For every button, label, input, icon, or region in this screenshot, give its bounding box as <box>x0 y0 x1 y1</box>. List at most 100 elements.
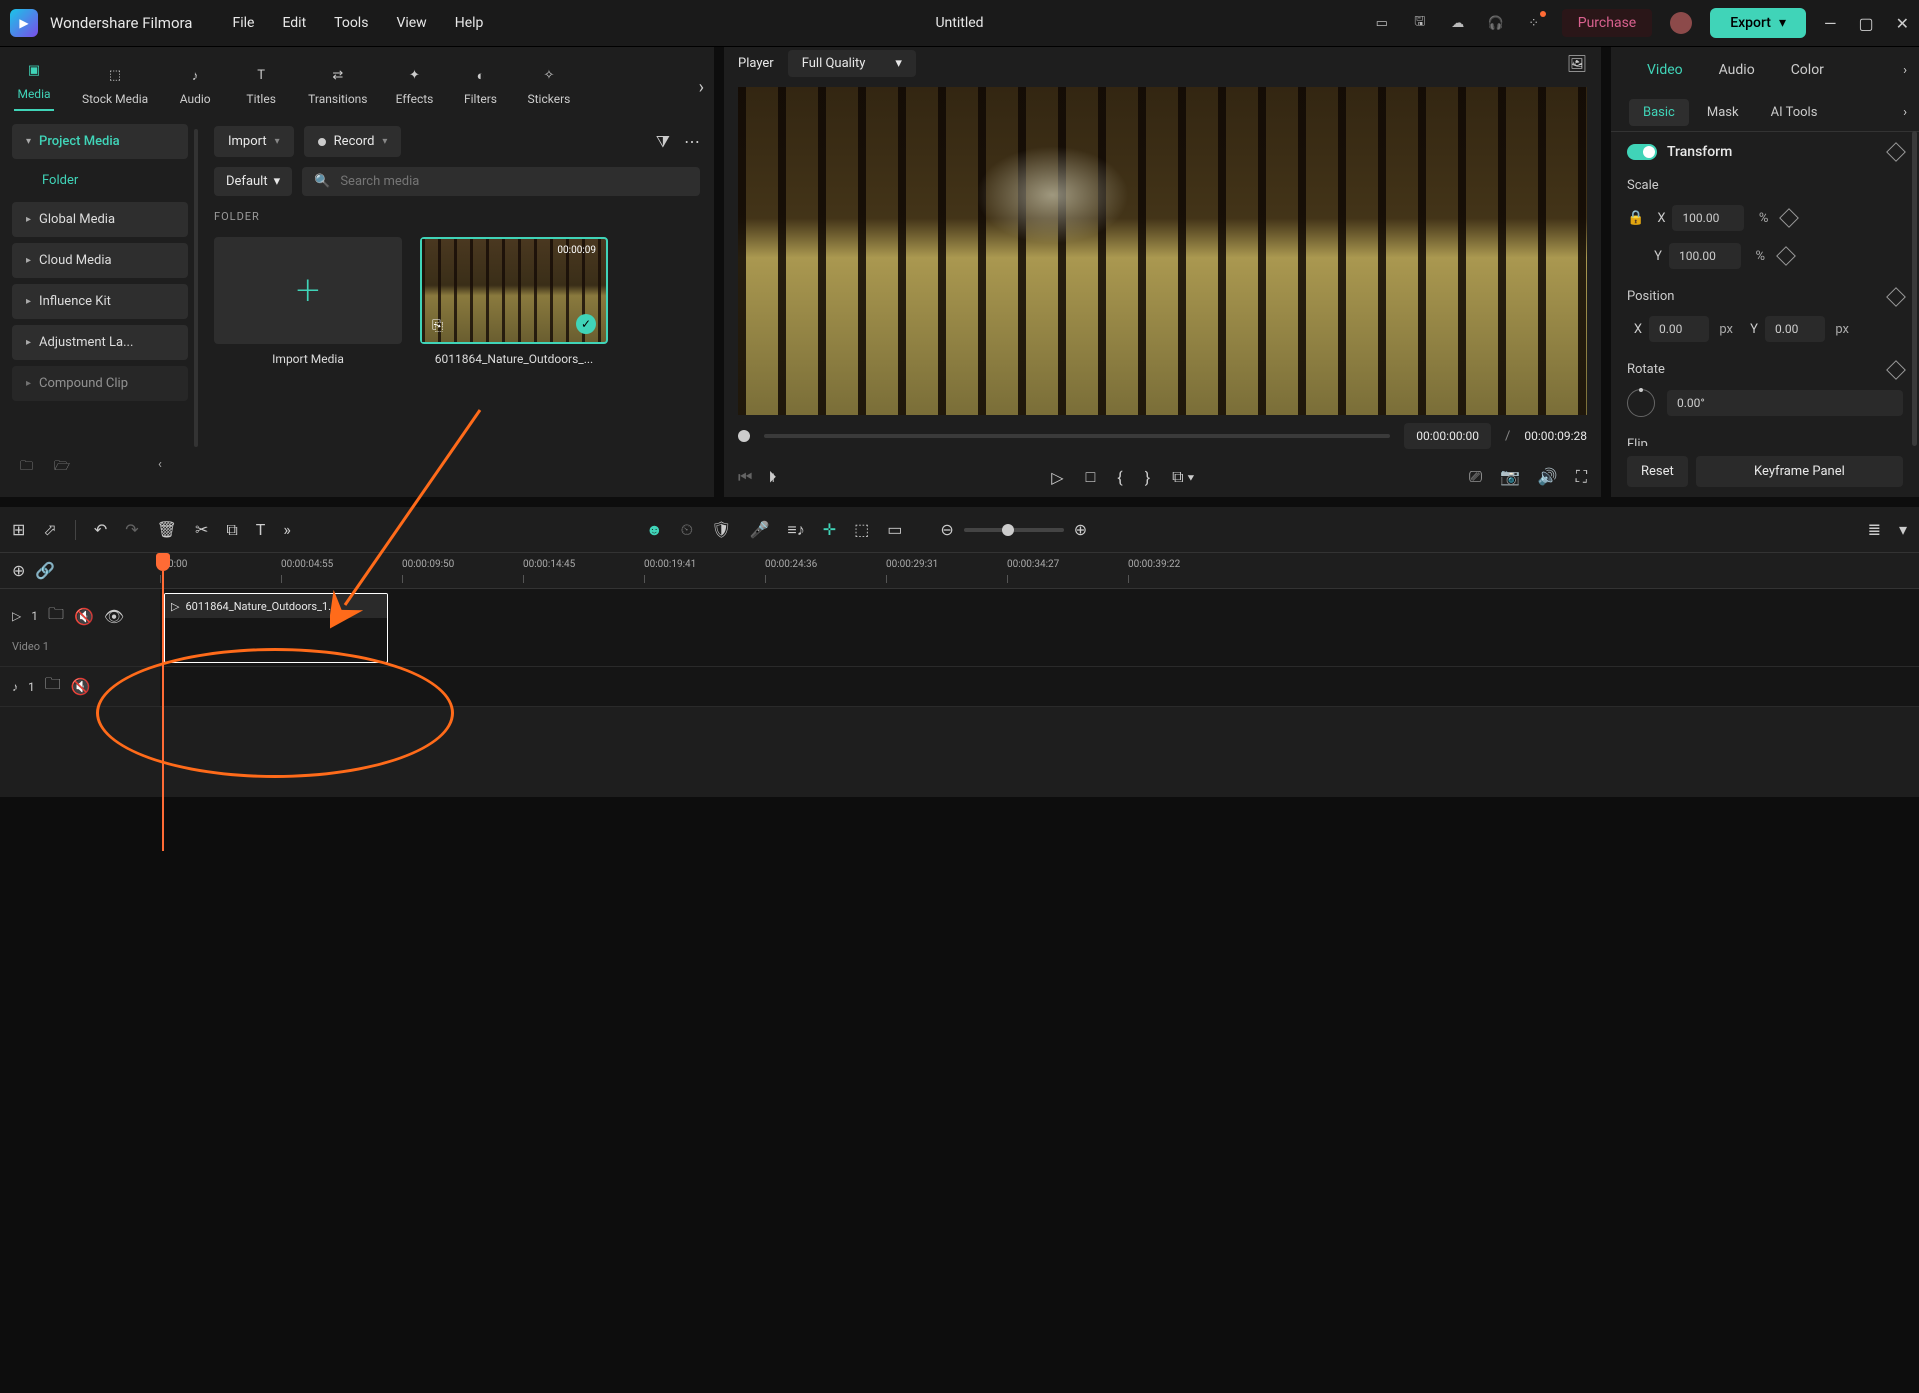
speed-icon[interactable]: ⏲ <box>681 520 693 540</box>
zoom-slider[interactable] <box>964 528 1064 532</box>
new-folder-icon[interactable]: 🗀 <box>20 457 42 479</box>
maximize-button[interactable]: ▢ <box>1858 14 1873 33</box>
sidebar-project-media[interactable]: Project Media <box>12 124 188 159</box>
tab-stock-media[interactable]: ⬚Stock Media <box>68 64 162 106</box>
frame-icon[interactable]: ⬚ <box>854 520 869 539</box>
keyframe-diamond-icon[interactable] <box>1886 142 1906 162</box>
tab-audio[interactable]: ♪Audio <box>162 64 228 106</box>
subtab-ai-tools[interactable]: AI Tools <box>1757 99 1832 126</box>
import-media-tile[interactable]: + Import Media <box>214 237 402 366</box>
lock-icon[interactable]: 🔒 <box>1627 210 1644 226</box>
view-options-icon[interactable]: ▾ <box>1899 520 1907 539</box>
tab-transitions[interactable]: ⇄Transitions <box>294 64 381 106</box>
play-icon[interactable]: ▷ <box>1051 468 1063 487</box>
transform-toggle[interactable] <box>1627 144 1657 160</box>
keyframe-panel-button[interactable]: Keyframe Panel <box>1696 456 1903 487</box>
menu-edit[interactable]: Edit <box>282 15 306 31</box>
media-clip-tile[interactable]: 00:00:09 ⎘ ✓ 6011864_Nature_Outdoors_... <box>420 237 608 366</box>
stop-icon[interactable]: □ <box>1086 467 1096 487</box>
zoom-in-icon[interactable]: ⊕ <box>1074 520 1087 539</box>
redo-icon[interactable]: ↷ <box>125 520 138 539</box>
rotate-dial[interactable] <box>1627 389 1655 417</box>
collapse-sidebar-icon[interactable]: ‹ <box>158 457 180 479</box>
subtab-basic[interactable]: Basic <box>1629 99 1689 126</box>
menu-file[interactable]: File <box>232 15 254 31</box>
prop-tab-color[interactable]: Color <box>1773 62 1842 78</box>
headphone-icon[interactable]: 🎧 <box>1486 13 1506 33</box>
pointer-icon[interactable]: ⬀ <box>43 520 56 539</box>
sidebar-folder[interactable]: Folder <box>12 165 188 196</box>
mark-out-icon[interactable]: } <box>1145 468 1150 487</box>
record-button[interactable]: Record▾ <box>304 126 402 157</box>
ai-face-icon[interactable]: ☻ <box>646 520 663 540</box>
video-preview[interactable] <box>738 87 1587 415</box>
keyframe-diamond-icon[interactable] <box>1886 360 1906 380</box>
delete-icon[interactable]: 🗑 <box>157 520 177 539</box>
align-icon[interactable]: ✛ <box>823 520 836 539</box>
more-tools-icon[interactable]: » <box>283 520 291 539</box>
keyframe-diamond-icon[interactable] <box>1780 208 1800 228</box>
sidebar-compound-clip[interactable]: Compound Clip <box>12 366 188 401</box>
track-mute-icon[interactable]: 🔇 <box>74 607 94 626</box>
sidebar-scrollbar[interactable] <box>194 129 198 447</box>
minimize-button[interactable]: — <box>1824 14 1837 33</box>
menu-view[interactable]: View <box>396 15 426 31</box>
list-view-icon[interactable]: ≣ <box>1868 520 1881 539</box>
grid-icon[interactable]: ⊞ <box>12 520 25 539</box>
scrub-handle[interactable] <box>738 430 750 442</box>
display-out-icon[interactable]: ⎚ <box>1469 467 1482 487</box>
tab-effects[interactable]: ✦Effects <box>382 64 448 106</box>
save-icon[interactable]: 🖫 <box>1410 13 1430 33</box>
sidebar-influence-kit[interactable]: Influence Kit <box>12 284 188 319</box>
sidebar-adjustment-layer[interactable]: Adjustment La... <box>12 325 188 360</box>
timeline-clip[interactable]: ▷6011864_Nature_Outdoors_1... <box>164 593 388 663</box>
scrub-track[interactable] <box>764 434 1390 438</box>
export-button[interactable]: Export▾ <box>1710 8 1806 38</box>
ratio-icon[interactable]: ⧉ ▾ <box>1172 467 1194 487</box>
camera-icon[interactable]: 📷 <box>1500 467 1520 487</box>
tabs-scroll-right-icon[interactable]: › <box>1903 63 1907 78</box>
menu-help[interactable]: Help <box>455 15 484 31</box>
text-icon[interactable]: T <box>256 520 266 539</box>
tab-media[interactable]: ▣Media <box>0 59 68 111</box>
volume-icon[interactable]: 🔊 <box>1538 467 1558 487</box>
sidebar-cloud-media[interactable]: Cloud Media <box>12 243 188 278</box>
import-button[interactable]: Import▾ <box>214 126 294 157</box>
step-back-icon[interactable]: ⏵⃓ <box>768 467 776 487</box>
pos-y-input[interactable]: 0.00 <box>1765 316 1825 342</box>
undo-icon[interactable]: ↶ <box>94 520 107 539</box>
rotate-input[interactable]: 0.00° <box>1667 390 1903 416</box>
sort-dropdown[interactable]: Default▾ <box>214 167 292 196</box>
fullscreen-icon[interactable]: ⛶ <box>1576 467 1587 487</box>
marker-icon[interactable]: 🛡 <box>711 520 731 539</box>
tab-titles[interactable]: TTitles <box>228 64 294 106</box>
snapshot-icon[interactable]: 🖼 <box>1567 54 1587 73</box>
close-button[interactable]: ✕ <box>1896 14 1909 33</box>
pos-x-input[interactable]: 0.00 <box>1649 316 1709 342</box>
props-scrollbar[interactable] <box>1912 131 1917 446</box>
timeline-ruler[interactable]: :00:0000:00:04:5500:00:09:5000:00:14:450… <box>160 553 1919 588</box>
tab-filters[interactable]: ◐Filters <box>448 64 514 106</box>
new-bin-icon[interactable]: 🗁 <box>54 457 76 479</box>
mark-in-icon[interactable]: { <box>1117 468 1122 487</box>
cut-icon[interactable]: ✂ <box>195 520 208 539</box>
render-icon[interactable]: ▭ <box>887 520 902 539</box>
crop-icon[interactable]: ⧉ <box>226 520 237 540</box>
filter-icon[interactable]: ⧩ <box>656 132 670 152</box>
keyframe-diamond-icon[interactable] <box>1776 246 1796 266</box>
purchase-button[interactable]: Purchase <box>1562 9 1652 37</box>
sidebar-global-media[interactable]: Global Media <box>12 202 188 237</box>
quality-dropdown[interactable]: Full Quality▾ <box>788 50 916 77</box>
voice-icon[interactable]: 🎤 <box>749 520 769 539</box>
audio-mix-icon[interactable]: ≡♪ <box>787 520 804 540</box>
track-visibility-icon[interactable]: 👁 <box>104 607 124 626</box>
scale-x-input[interactable]: 100.00 <box>1672 205 1744 231</box>
search-input[interactable] <box>340 174 688 189</box>
zoom-out-icon[interactable]: ⊖ <box>940 520 953 539</box>
tab-stickers[interactable]: ✧Stickers <box>514 64 585 106</box>
keyframe-diamond-icon[interactable] <box>1886 287 1906 307</box>
apps-icon[interactable]: ⁘ <box>1524 13 1544 33</box>
track-mute-icon[interactable]: 🔇 <box>71 677 91 696</box>
subtabs-scroll-right-icon[interactable]: › <box>1903 105 1907 120</box>
cloud-icon[interactable]: ☁ <box>1448 13 1468 33</box>
